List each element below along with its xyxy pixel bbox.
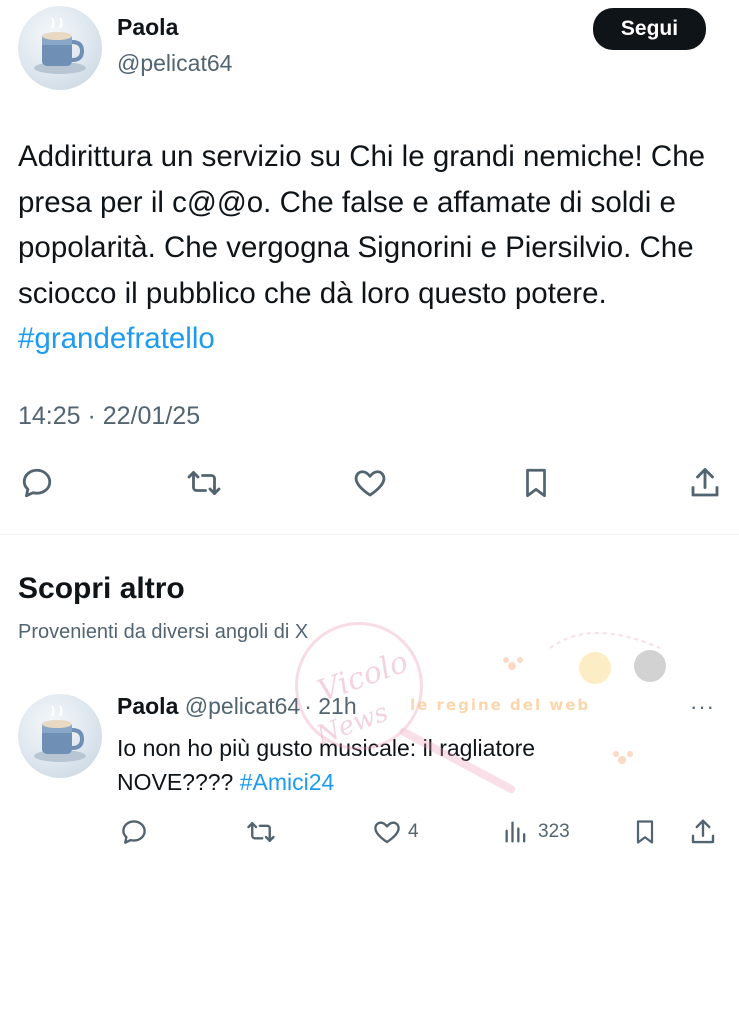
views-icon [505, 821, 526, 843]
views-action[interactable]: 323 [502, 815, 570, 849]
author-handle[interactable]: @pelicat64 [117, 50, 232, 77]
recommended-time[interactable]: · 21h [304, 693, 356, 719]
coffee-cup-icon [34, 17, 86, 74]
recommended-author-avatar[interactable] [18, 694, 102, 778]
like-icon [374, 821, 400, 844]
bookmark-icon[interactable] [629, 815, 661, 849]
bookmark-icon[interactable] [518, 464, 554, 502]
recommended-author-name[interactable]: Paola [117, 693, 178, 719]
views-count: 323 [538, 821, 570, 842]
author-avatar[interactable] [18, 6, 102, 90]
like-action[interactable]: 4 [372, 815, 419, 849]
svg-text:le regine del web: le regine del web [410, 696, 590, 714]
share-icon[interactable] [686, 815, 720, 849]
discover-subtitle: Provenienti da diversi angoli di X [18, 621, 309, 643]
author-name[interactable]: Paola [117, 14, 178, 41]
tweet-hashtag[interactable]: #grandefratello [18, 322, 215, 355]
more-options-icon[interactable]: ··· [690, 694, 715, 720]
reply-icon[interactable] [117, 815, 151, 849]
discover-title: Scopri altro [18, 572, 185, 605]
like-icon[interactable] [350, 464, 390, 502]
tweet-timestamp[interactable]: 14:25 · 22/01/25 [18, 402, 200, 431]
retweet-icon[interactable] [243, 815, 279, 849]
tweet-body: Addirittura un servizio su Chi le grandi… [18, 140, 706, 310]
share-icon[interactable] [686, 464, 724, 502]
section-divider [0, 534, 739, 535]
recommended-tweet-hashtag[interactable]: #Amici24 [240, 769, 335, 795]
tweet-text: Addirittura un servizio su Chi le grandi… [18, 134, 718, 362]
recommended-header: Paola @pelicat64 · 21h [117, 693, 357, 720]
recommended-author-handle[interactable]: @pelicat64 [185, 693, 300, 719]
follow-button[interactable]: Segui [593, 8, 706, 50]
reply-icon[interactable] [18, 464, 56, 502]
retweet-icon[interactable] [184, 464, 224, 502]
like-count: 4 [408, 821, 419, 842]
recommended-tweet-text: Io non ho più gusto musicale: il ragliat… [117, 731, 647, 799]
coffee-cup-icon [34, 705, 86, 762]
